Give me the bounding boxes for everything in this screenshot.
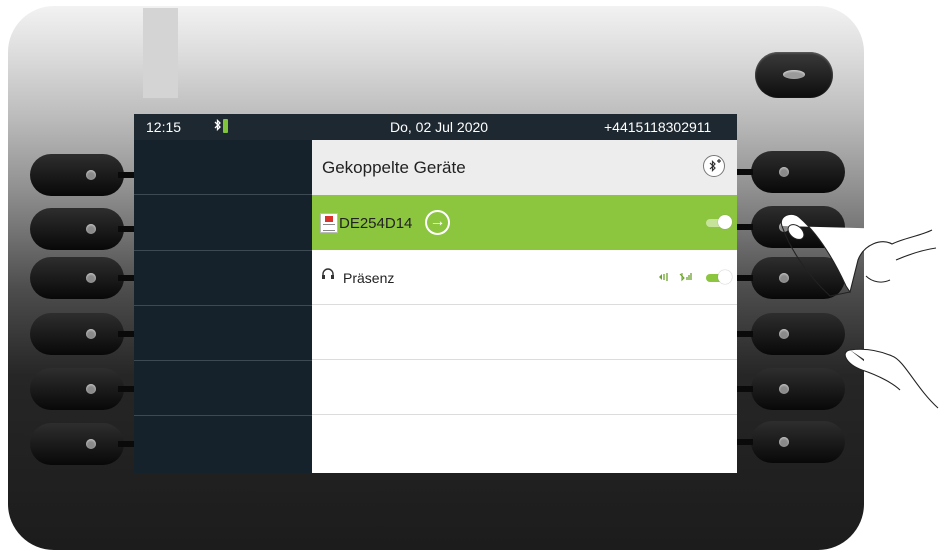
device-toggle[interactable] bbox=[706, 270, 732, 284]
status-bar: 12:15 Do, 02 Jul 2020 +4415118302911 bbox=[134, 114, 737, 140]
empty-row bbox=[312, 415, 737, 470]
softkey-led bbox=[86, 439, 96, 449]
softkey-led bbox=[86, 273, 96, 283]
right-softkey-6[interactable] bbox=[751, 421, 845, 463]
left-softkey-1[interactable] bbox=[30, 154, 124, 196]
left-softkey-6[interactable] bbox=[30, 423, 124, 465]
top-navigation-button[interactable] bbox=[755, 52, 833, 98]
toggle-knob bbox=[718, 215, 732, 229]
softkey-led bbox=[86, 224, 96, 234]
device-icon bbox=[320, 213, 338, 233]
softkey-led bbox=[86, 170, 96, 180]
bluetooth-battery-icon bbox=[214, 117, 230, 138]
top-button-indicator bbox=[783, 70, 805, 79]
arrow-right-icon[interactable]: → bbox=[425, 210, 450, 235]
device-toggle[interactable] bbox=[706, 215, 732, 229]
bluetooth-add-icon[interactable] bbox=[703, 155, 725, 177]
device-name: Präsenz bbox=[343, 270, 395, 286]
label-slot bbox=[143, 8, 178, 98]
date: Do, 02 Jul 2020 bbox=[390, 119, 489, 135]
left-softkey-5[interactable] bbox=[30, 368, 124, 410]
empty-row bbox=[312, 360, 737, 415]
pointing-hand-illustration bbox=[780, 213, 939, 409]
empty-row bbox=[312, 305, 737, 360]
panel-title: Gekoppelte Geräte bbox=[322, 158, 466, 177]
softkey-led bbox=[779, 167, 789, 177]
clock: 12:15 bbox=[146, 119, 182, 135]
left-label-column bbox=[134, 140, 312, 473]
paired-devices-panel: Gekoppelte Geräte DE254D14 → Präsenz bbox=[312, 140, 737, 473]
signal-icon bbox=[678, 271, 694, 286]
softkey-led bbox=[86, 329, 96, 339]
audio-icon bbox=[656, 271, 672, 286]
left-softkey-2[interactable] bbox=[30, 208, 124, 250]
device-row-selected[interactable]: DE254D14 → bbox=[312, 195, 737, 250]
headset-icon bbox=[321, 267, 335, 284]
device-name: DE254D14 bbox=[339, 215, 413, 232]
softkey-led bbox=[86, 384, 96, 394]
left-softkey-4[interactable] bbox=[30, 313, 124, 355]
device-row[interactable]: Präsenz bbox=[312, 250, 737, 305]
phone-number: +4415118302911 bbox=[604, 119, 712, 135]
phone-display: 12:15 Do, 02 Jul 2020 +4415118302911 Gek… bbox=[134, 114, 737, 473]
toggle-knob bbox=[718, 270, 732, 284]
right-softkey-1[interactable] bbox=[751, 151, 845, 193]
panel-header: Gekoppelte Geräte bbox=[312, 140, 737, 195]
softkey-led bbox=[779, 437, 789, 447]
left-softkey-3[interactable] bbox=[30, 257, 124, 299]
